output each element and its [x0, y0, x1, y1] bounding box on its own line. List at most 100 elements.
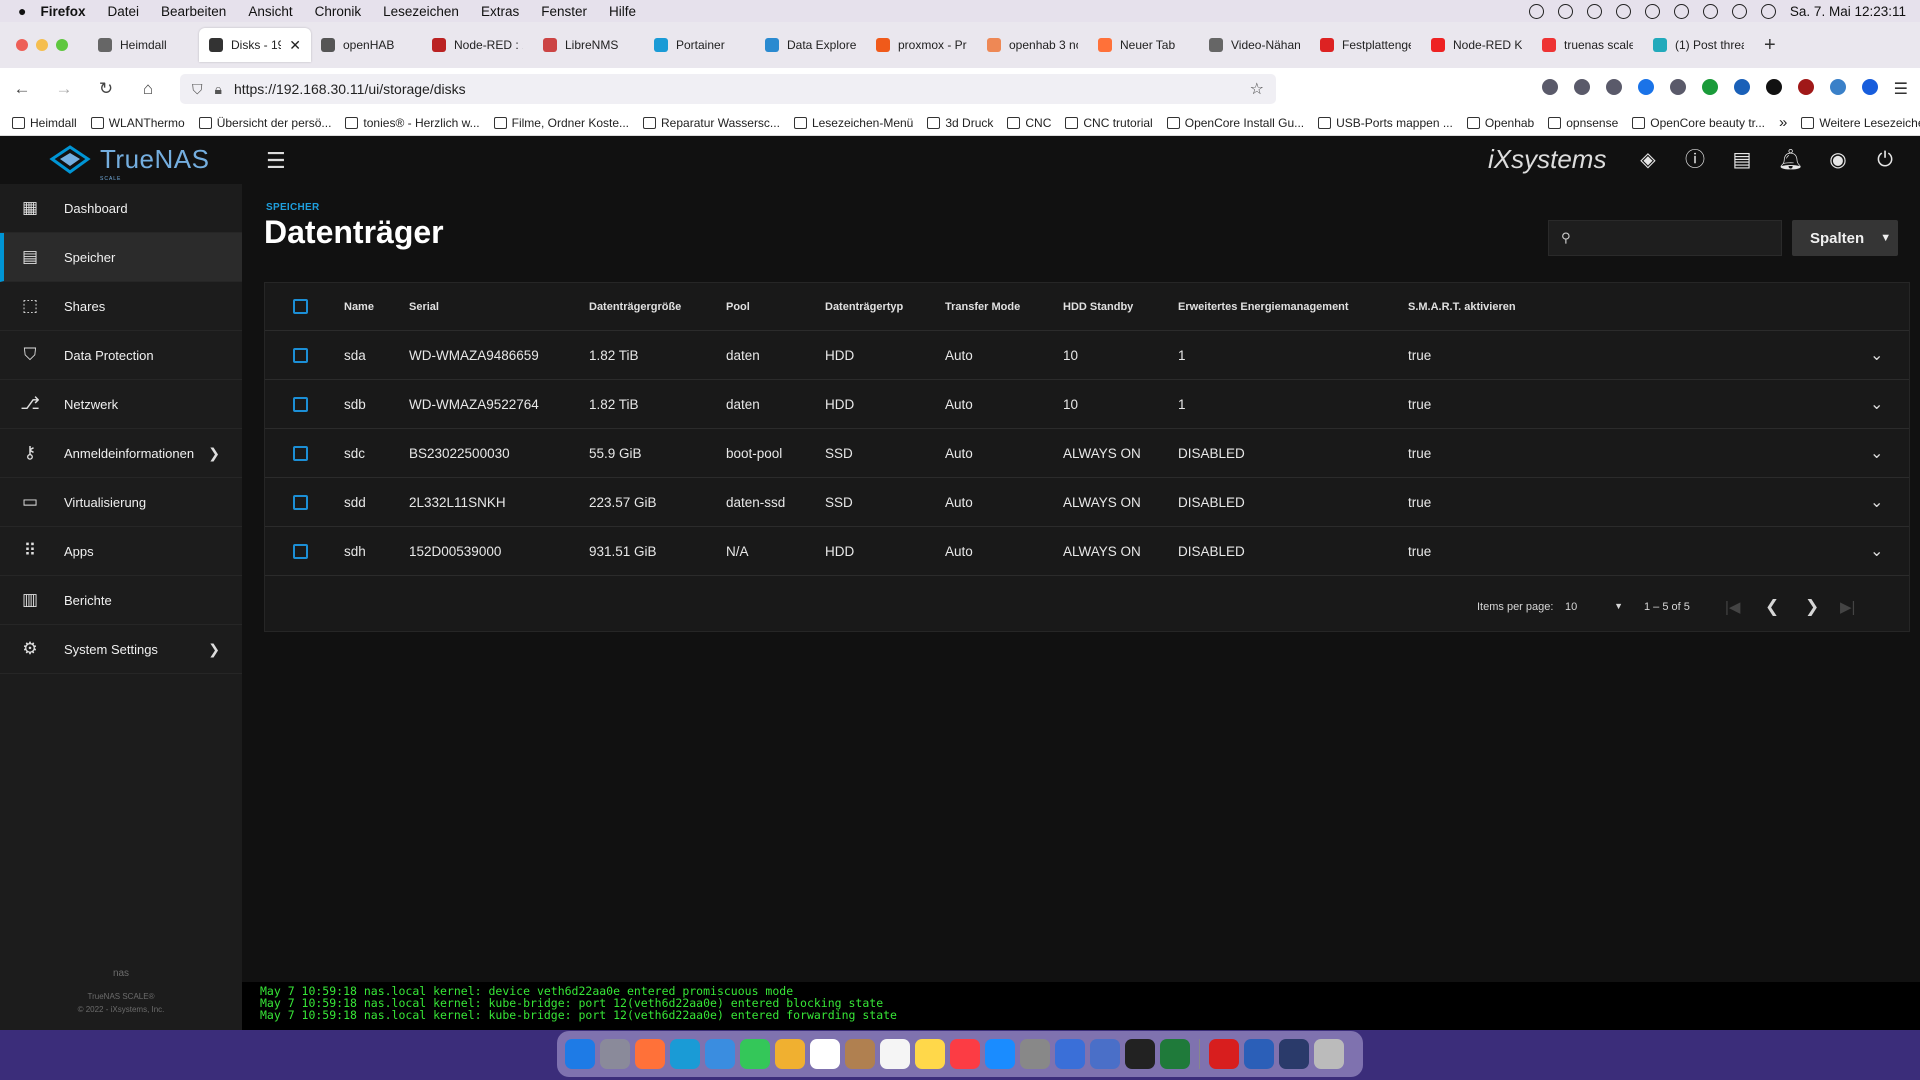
browser-tab[interactable]: truenas scale [1532, 28, 1643, 62]
play-icon[interactable] [1644, 3, 1660, 19]
browser-tab[interactable]: Disks - 192 ✕ [199, 28, 311, 62]
menu-app-name[interactable]: Firefox [40, 4, 85, 19]
extension-icon[interactable] [1733, 79, 1750, 95]
dock-app-icon[interactable] [1055, 1039, 1085, 1069]
expand-row-icon[interactable]: ⌄ [1870, 345, 1883, 365]
power-icon[interactable]: ⏻ [1873, 148, 1897, 172]
sidebar-item-system-settings[interactable]: ⚙ System Settings ❯ [0, 625, 242, 674]
dock-app-icon[interactable] [810, 1039, 840, 1069]
truecommand-icon[interactable]: ◈ [1636, 148, 1660, 172]
sidebar-item-berichte[interactable]: ▥ Berichte [0, 576, 242, 625]
dock-app-icon[interactable] [1314, 1039, 1344, 1069]
browser-tab[interactable]: openHAB [311, 28, 422, 62]
select-all-checkbox[interactable] [293, 299, 308, 314]
clock[interactable]: Sa. 7. Mai 12:23:11 [1790, 4, 1906, 19]
column-header[interactable]: HDD Standby [1063, 301, 1133, 313]
column-header[interactable]: Datenträgertyp [825, 301, 903, 313]
bookmark-item[interactable]: Weitere Lesezeichen [1801, 116, 1920, 130]
bookmark-star-icon[interactable]: ☆ [1250, 79, 1264, 99]
sidebar-item-dashboard[interactable]: ▦ Dashboard [0, 184, 242, 233]
control-center-icon[interactable] [1731, 3, 1747, 19]
dock-app-icon[interactable] [600, 1039, 630, 1069]
dock-app-icon[interactable] [1020, 1039, 1050, 1069]
account-icon[interactable]: ◉ [1826, 148, 1850, 172]
dock-app-icon[interactable] [1244, 1039, 1274, 1069]
apple-icon[interactable]: ● [18, 3, 26, 19]
close-tab-icon[interactable]: ✕ [289, 37, 301, 54]
url-bar[interactable]: ⛉ 🔒︎ https://192.168.30.11/ui/storage/di… [180, 74, 1276, 104]
browser-tab[interactable]: LibreNMS [533, 28, 644, 62]
search-input[interactable] [1578, 230, 1769, 246]
bookmark-item[interactable]: tonies® - Herzlich w... [345, 116, 480, 130]
dock-app-icon[interactable] [880, 1039, 910, 1069]
bookmark-item[interactable]: opnsense [1548, 116, 1618, 130]
menu-ansicht[interactable]: Ansicht [248, 4, 292, 19]
prev-page-icon[interactable]: ❮ [1765, 597, 1779, 617]
menu-bearbeiten[interactable]: Bearbeiten [161, 4, 226, 19]
dock-app-icon[interactable] [1125, 1039, 1155, 1069]
more-bookmarks-icon[interactable]: » [1779, 114, 1787, 131]
sidebar-item-shares[interactable]: ⬚ Shares [0, 282, 242, 331]
column-header[interactable]: Erweitertes Energiemanagement [1178, 301, 1349, 313]
dock-app-icon[interactable] [565, 1039, 595, 1069]
browser-tab[interactable]: proxmox - Pro [866, 28, 977, 62]
new-tab-button[interactable]: + [1764, 34, 1776, 57]
url-text[interactable]: https://192.168.30.11/ui/storage/disks [234, 81, 1238, 97]
bookmark-item[interactable]: OpenCore beauty tr... [1632, 116, 1765, 130]
status-icon[interactable] [1528, 3, 1544, 19]
dock-app-icon[interactable] [1279, 1039, 1309, 1069]
row-checkbox[interactable] [293, 543, 308, 559]
close-window-button[interactable] [16, 39, 28, 51]
menu-chronik[interactable]: Chronik [315, 4, 362, 19]
bitwarden-icon[interactable] [1861, 79, 1878, 95]
extension-icon[interactable] [1605, 79, 1622, 95]
time-machine-icon[interactable] [1615, 3, 1631, 19]
dock-app-icon[interactable] [1160, 1039, 1190, 1069]
bookmark-item[interactable]: Heimdall [12, 116, 77, 130]
ixsystems-logo[interactable]: iXsystems [1488, 144, 1606, 175]
extension-icon[interactable] [1701, 79, 1718, 95]
column-header[interactable]: Serial [409, 301, 439, 313]
row-checkbox[interactable] [293, 396, 308, 412]
browser-tab[interactable]: Node-RED Kel [1421, 28, 1532, 62]
app-menu-icon[interactable]: ☰ [1894, 79, 1908, 99]
info-icon[interactable]: ⓘ [1683, 148, 1707, 172]
bookmark-item[interactable]: Filme, Ordner Koste... [493, 116, 629, 130]
status-icon[interactable] [1557, 3, 1573, 19]
sidebar-item-data-protection[interactable]: ⛉ Data Protection [0, 331, 242, 380]
search-icon[interactable] [1702, 3, 1718, 19]
notifications-bell-icon[interactable]: 🔔︎ [1778, 148, 1803, 172]
jobs-clipboard-icon[interactable]: ▤ [1730, 148, 1754, 172]
sidebar-item-speicher[interactable]: ▤ Speicher [0, 233, 242, 282]
download-icon[interactable] [1573, 79, 1590, 95]
sidebar-item-apps[interactable]: ⠿ Apps [0, 527, 242, 576]
row-checkbox[interactable] [293, 347, 308, 363]
column-header[interactable]: Datenträgergröße [589, 301, 681, 313]
extension-icon[interactable] [1829, 79, 1846, 95]
column-header[interactable]: Pool [726, 301, 750, 313]
dock-app-icon[interactable] [1209, 1039, 1239, 1069]
extension-icon[interactable] [1637, 79, 1654, 95]
status-icon[interactable] [1586, 3, 1602, 19]
menu-datei[interactable]: Datei [107, 4, 139, 19]
zoom-window-button[interactable] [56, 39, 68, 51]
expand-row-icon[interactable]: ⌄ [1870, 443, 1883, 463]
last-page-icon[interactable]: ▶| [1840, 598, 1855, 616]
ublock-icon[interactable] [1797, 79, 1814, 95]
lock-icon[interactable]: 🔒︎ [215, 81, 222, 98]
first-page-icon[interactable]: |◀ [1725, 598, 1740, 616]
columns-button[interactable]: Spalten ▼ [1792, 220, 1898, 256]
table-row[interactable]: sda WD-WMAZA9486659 1.82 TiB daten HDD Auto 10… [265, 331, 1909, 380]
menu-fenster[interactable]: Fenster [541, 4, 587, 19]
dock-app-icon[interactable] [950, 1039, 980, 1069]
browser-tab[interactable]: (1) Post threa [1643, 28, 1754, 62]
browser-tab[interactable]: Neuer Tab [1088, 28, 1199, 62]
dock-app-icon[interactable] [1090, 1039, 1120, 1069]
pocket-icon[interactable] [1541, 79, 1558, 95]
bookmark-item[interactable]: USB-Ports mappen ... [1318, 116, 1453, 130]
menu-lesezeichen[interactable]: Lesezeichen [383, 4, 459, 19]
browser-tab[interactable]: Portainer [644, 28, 755, 62]
bookmark-item[interactable]: Reparatur Wassersc... [643, 116, 780, 130]
extension-icon[interactable] [1765, 79, 1782, 95]
user-icon[interactable] [1673, 3, 1689, 19]
